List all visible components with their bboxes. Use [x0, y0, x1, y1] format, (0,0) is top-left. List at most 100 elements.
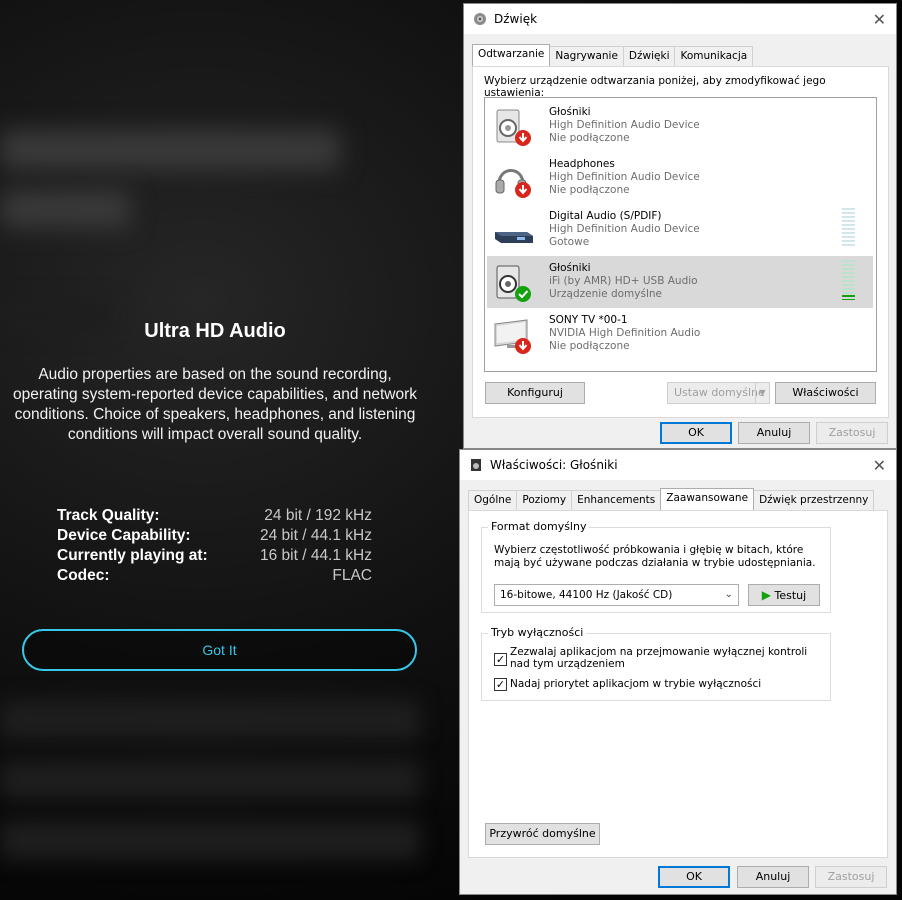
tab-sounds[interactable]: Dźwięki	[622, 46, 676, 66]
tab-general[interactable]: Ogólne	[468, 490, 518, 510]
stat-label: Currently playing at:	[57, 547, 208, 564]
device-driver: High Definition Audio Device	[549, 171, 700, 183]
stat-row-codec: Codec: FLAC	[57, 566, 372, 586]
default-format-group: Format domyślny Wybierz częstotliwość pr…	[481, 520, 831, 613]
test-button-label: Testuj	[774, 589, 807, 602]
stat-value: FLAC	[332, 567, 372, 584]
device-driver: NVIDIA High Definition Audio	[549, 327, 701, 339]
properties-tabs: Ogólne Poziomy Enhancements Zaawansowane…	[468, 488, 875, 510]
exclusive-control-label: Zezwalaj aplikacjom na przejmowanie wyłą…	[510, 646, 808, 670]
tab-communication[interactable]: Komunikacja	[674, 46, 754, 66]
blurred-title	[0, 130, 340, 170]
exclusive-control-checkbox[interactable]: ✓	[494, 653, 507, 666]
ok-button[interactable]: OK	[658, 866, 730, 888]
close-icon[interactable]: ✕	[873, 10, 886, 29]
set-default-label: Ustaw domyślne	[674, 386, 765, 399]
playback-panel: Wybierz urządzenie odtwarzania poniżej, …	[472, 66, 889, 418]
properties-dialog-title: Właściwości: Głośniki	[490, 458, 618, 472]
device-driver: High Definition Audio Device	[549, 223, 700, 235]
tab-enhancements[interactable]: Enhancements	[571, 490, 662, 510]
device-driver: iFi (by AMR) HD+ USB Audio	[549, 275, 698, 287]
blurred-track-row	[0, 700, 420, 740]
apply-button[interactable]: Zastosuj	[815, 866, 887, 888]
close-icon[interactable]: ✕	[873, 456, 886, 475]
sound-dialog: Dźwięk ✕ Odtwarzanie Nagrywanie Dźwięki …	[463, 3, 897, 449]
default-format-description: Wybierz częstotliwość próbkowania i głęb…	[494, 544, 816, 569]
format-select[interactable]: 16-bitowe, 44100 Hz (Jakość CD) ⌄	[494, 584, 739, 606]
properties-dialog-titlebar: Właściwości: Głośniki ✕	[460, 450, 896, 480]
device-status: Gotowe	[549, 236, 590, 248]
chevron-down-icon: ⌄	[724, 589, 733, 600]
speaker-icon	[496, 109, 531, 146]
play-icon: ▶	[761, 588, 772, 602]
level-meter-fill	[842, 295, 855, 300]
default-format-title: Format domyślny	[488, 520, 590, 533]
chevron-down-icon[interactable]: ▼	[755, 383, 769, 403]
exclusive-mode-title: Tryb wyłączności	[488, 626, 587, 639]
tab-advanced[interactable]: Zaawansowane	[660, 488, 755, 510]
device-list: Głośniki High Definition Audio Device Ni…	[484, 97, 877, 372]
tab-playback[interactable]: Odtwarzanie	[472, 44, 551, 66]
device-driver: High Definition Audio Device	[549, 119, 700, 131]
level-meter	[842, 260, 855, 300]
ok-button[interactable]: OK	[660, 422, 732, 444]
advanced-panel: Format domyślny Wybierz częstotliwość pr…	[468, 510, 888, 858]
ultra-hd-panel: Ultra HD Audio Audio properties are base…	[0, 320, 430, 671]
digital-audio-icon	[495, 232, 533, 243]
tab-recording[interactable]: Nagrywanie	[549, 46, 624, 66]
device-name: Headphones	[549, 158, 615, 170]
device-status: Nie podłączone	[549, 132, 630, 144]
blurred-track-row	[0, 760, 420, 800]
device-status: Nie podłączone	[549, 340, 630, 352]
properties-button[interactable]: Właściwości	[775, 382, 876, 404]
device-item[interactable]: Headphones High Definition Audio Device …	[487, 152, 873, 204]
device-name: SONY TV *00-1	[549, 314, 628, 326]
exclusive-priority-label: Nadaj priorytet aplikacjom w trybie wyłą…	[510, 678, 762, 690]
test-button[interactable]: ▶ Testuj	[748, 584, 820, 606]
exclusive-priority-checkbox[interactable]: ✓	[494, 678, 507, 691]
device-status: Urządzenie domyślne	[549, 288, 662, 300]
stat-label: Codec:	[57, 567, 110, 584]
sound-dialog-title: Dźwięk	[494, 12, 538, 26]
got-it-button[interactable]: Got It	[22, 629, 417, 671]
cancel-button[interactable]: Anuluj	[737, 866, 809, 888]
cancel-button[interactable]: Anuluj	[738, 422, 810, 444]
speaker-app-icon	[474, 13, 486, 25]
stat-row-track-quality: Track Quality: 24 bit / 192 kHz	[57, 506, 372, 526]
device-item[interactable]: SONY TV *00-1 NVIDIA High Definition Aud…	[487, 308, 873, 360]
device-item[interactable]: Głośniki High Definition Audio Device Ni…	[487, 100, 873, 152]
monitor-icon	[494, 319, 531, 354]
apply-button[interactable]: Zastosuj	[816, 422, 888, 444]
stat-value: 24 bit / 192 kHz	[264, 507, 372, 524]
device-name: Głośniki	[549, 106, 591, 118]
stat-label: Device Capability:	[57, 527, 191, 544]
ultra-hd-title: Ultra HD Audio	[144, 320, 286, 342]
properties-dialog: Właściwości: Głośniki ✕ Ogólne Poziomy E…	[459, 449, 897, 895]
stat-label: Track Quality:	[57, 507, 160, 524]
stat-value: 24 bit / 44.1 kHz	[259, 527, 372, 544]
speaker-icon	[496, 265, 531, 302]
headphones-icon	[495, 169, 531, 198]
quality-stats: Track Quality: 24 bit / 192 kHz Device C…	[57, 506, 372, 586]
level-meter	[842, 208, 855, 248]
device-name: Głośniki	[549, 262, 591, 274]
device-item-selected[interactable]: Głośniki iFi (by AMR) HD+ USB Audio Urzą…	[487, 256, 873, 308]
configure-button[interactable]: Konfiguruj	[485, 382, 585, 404]
blurred-subtitle	[0, 190, 130, 228]
device-item[interactable]: Digital Audio (S/PDIF) High Definition A…	[487, 204, 873, 256]
set-default-button[interactable]: Ustaw domyślne ▼	[667, 382, 770, 404]
stat-row-currently-playing: Currently playing at: 16 bit / 44.1 kHz	[57, 546, 372, 566]
tab-spatial-sound[interactable]: Dźwięk przestrzenny	[753, 490, 875, 510]
ultra-hd-description: Audio properties are based on the sound …	[12, 366, 418, 443]
device-name: Digital Audio (S/PDIF)	[549, 210, 662, 222]
blurred-track-row	[0, 820, 420, 860]
stat-row-device-capability: Device Capability: 24 bit / 44.1 kHz	[57, 526, 372, 546]
playback-instruction: Wybierz urządzenie odtwarzania poniżej, …	[484, 75, 826, 99]
restore-defaults-button[interactable]: Przywróć domyślne	[485, 823, 600, 845]
format-select-value: 16-bitowe, 44100 Hz (Jakość CD)	[500, 589, 673, 601]
sound-dialog-titlebar: Dźwięk ✕	[464, 4, 896, 34]
stat-value: 16 bit / 44.1 kHz	[259, 547, 372, 564]
tab-levels[interactable]: Poziomy	[516, 490, 573, 510]
device-status: Nie podłączone	[549, 184, 630, 196]
exclusive-mode-group: Tryb wyłączności ✓ Zezwalaj aplikacjom n…	[481, 626, 831, 701]
